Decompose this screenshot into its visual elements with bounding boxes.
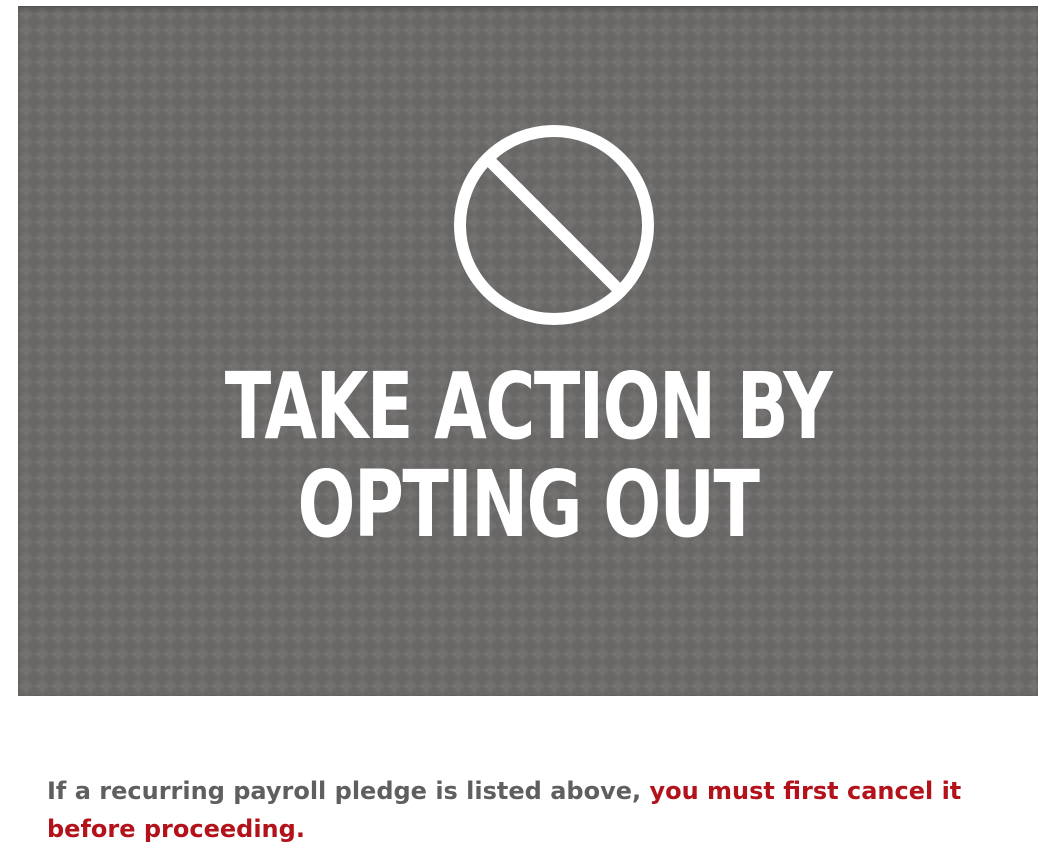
- banner-title-line-1: TAKE ACTION BY: [224, 353, 833, 460]
- notice-text: If a recurring payroll pledge is listed …: [47, 777, 650, 805]
- banner-title: TAKE ACTION BY OPTING OUT: [151, 358, 906, 554]
- opt-out-banner: TAKE ACTION BY OPTING OUT: [18, 6, 1038, 696]
- banner-top-shadow: [18, 6, 1038, 14]
- no-entry-icon: [454, 125, 654, 325]
- payroll-pledge-notice: If a recurring payroll pledge is listed …: [47, 772, 1007, 848]
- page: TAKE ACTION BY OPTING OUT If a recurring…: [0, 0, 1038, 856]
- banner-title-line-2: OPTING OUT: [297, 451, 760, 558]
